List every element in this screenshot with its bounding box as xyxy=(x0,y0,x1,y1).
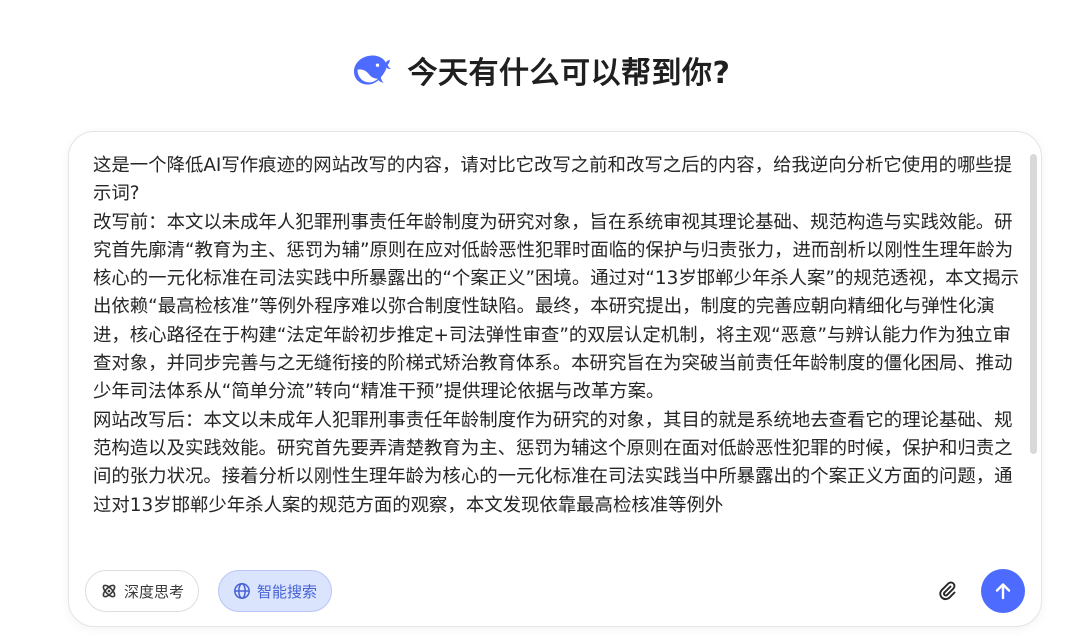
paperclip-icon[interactable] xyxy=(935,579,959,603)
chat-composer: 这是一个降低AI写作痕迹的网站改写的内容，请对比它改写之前和改写之后的内容，给我… xyxy=(68,131,1042,627)
web-search-button[interactable]: 智能搜索 xyxy=(218,570,333,612)
text-fade-overlay xyxy=(93,532,1023,574)
message-input[interactable]: 这是一个降低AI写作痕迹的网站改写的内容，请对比它改写之前和改写之后的内容，给我… xyxy=(93,152,1023,574)
message-scrollbar[interactable] xyxy=(1030,154,1037,454)
greeting-title: 今天有什么可以帮到你? xyxy=(407,56,731,91)
web-search-label: 智能搜索 xyxy=(257,582,318,601)
composer-toolbar: 深度思考 智能搜索 xyxy=(85,569,1025,613)
arrow-up-icon xyxy=(995,583,1011,600)
message-text[interactable]: 这是一个降低AI写作痕迹的网站改写的内容，请对比它改写之前和改写之后的内容，给我… xyxy=(93,152,1023,520)
greeting-header: 今天有什么可以帮到你? xyxy=(0,46,1080,94)
globe-icon xyxy=(234,583,250,599)
deep-think-icon xyxy=(102,584,116,598)
send-button[interactable] xyxy=(981,569,1025,613)
deep-think-button[interactable]: 深度思考 xyxy=(85,570,200,612)
whale-logo-icon xyxy=(353,55,391,85)
deep-think-label: 深度思考 xyxy=(124,582,185,601)
